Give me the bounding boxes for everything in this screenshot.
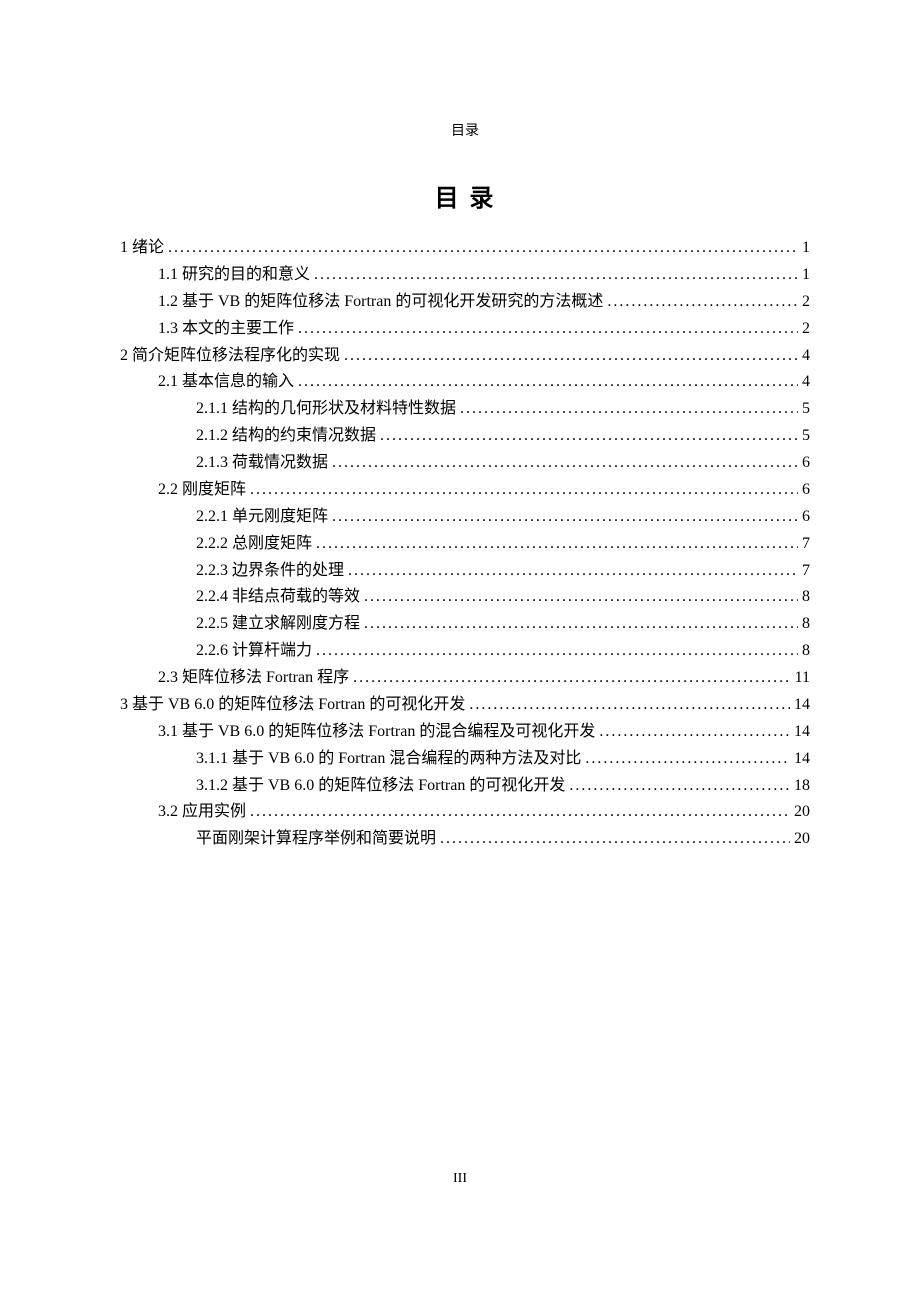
toc-entry-text: 1 绪论 [120,235,164,262]
toc-entry-text: 2.1 基本信息的输入 [158,369,294,396]
toc-entry-page: 1 [798,235,810,262]
toc-entry-text: 2.2.6 计算杆端力 [196,638,312,665]
toc-entry: 3.1.2 基于 VB 6.0 的矩阵位移法 Fortran 的可视化开发 18 [120,773,810,800]
toc-entry: 2 简介矩阵位移法程序化的实现 4 [120,343,810,370]
toc-leader-dots [349,665,790,692]
toc-leader-dots [246,477,798,504]
toc-entry-text: 1.1 研究的目的和意义 [158,262,310,289]
toc-leader-dots [376,423,798,450]
toc-leader-dots [465,692,790,719]
running-header: 目录 [120,120,810,140]
toc-entry-text: 2.2 刚度矩阵 [158,477,246,504]
toc-leader-dots [328,450,798,477]
toc-entry-page: 6 [798,450,810,477]
toc-entry-text: 2.2.3 边界条件的处理 [196,558,344,585]
toc-entry: 2.2.6 计算杆端力 8 [120,638,810,665]
toc-leader-dots [436,826,790,853]
toc-entry: 1.3 本文的主要工作 2 [120,316,810,343]
toc-entry: 2.1 基本信息的输入 4 [120,369,810,396]
toc-entry-page: 5 [798,423,810,450]
toc-entry-page: 11 [791,665,810,692]
table-of-contents: 1 绪论 11.1 研究的目的和意义11.2 基于 VB 的矩阵位移法 Fort… [120,235,810,853]
toc-leader-dots [565,773,790,800]
toc-entry-text: 1.3 本文的主要工作 [158,316,294,343]
toc-entry-text: 1.2 基于 VB 的矩阵位移法 Fortran 的可视化开发研究的方法概述 [158,289,603,316]
toc-entry-text: 2.2.2 总刚度矩阵 [196,531,312,558]
toc-leader-dots [595,719,790,746]
toc-entry-page: 14 [790,719,810,746]
toc-entry-page: 20 [790,799,810,826]
toc-entry-page: 18 [790,773,810,800]
toc-entry-text: 2.3 矩阵位移法 Fortran 程序 [158,665,349,692]
toc-entry-page: 7 [798,531,810,558]
toc-entry-text: 2.1.1 结构的几何形状及材料特性数据 [196,396,456,423]
toc-leader-dots [340,343,798,370]
toc-leader-dots [360,611,798,638]
toc-entry-page: 6 [798,477,810,504]
toc-leader-dots [360,584,798,611]
toc-entry-page: 7 [798,558,810,585]
toc-entry: 3.1.1 基于 VB 6.0 的 Fortran 混合编程的两种方法及对比 1… [120,746,810,773]
toc-entry: 2.3 矩阵位移法 Fortran 程序 11 [120,665,810,692]
toc-entry-page: 2 [798,289,810,316]
toc-entry: 2.2.5 建立求解刚度方程 8 [120,611,810,638]
toc-entry: 2.2.2 总刚度矩阵 7 [120,531,810,558]
document-page: 目录 目 录 1 绪论 11.1 研究的目的和意义11.2 基于 VB 的矩阵位… [0,0,920,853]
toc-entry: 2.1.1 结构的几何形状及材料特性数据 5 [120,396,810,423]
toc-entry-text: 3 基于 VB 6.0 的矩阵位移法 Fortran 的可视化开发 [120,692,465,719]
toc-entry-page: 8 [798,611,810,638]
toc-entry-text: 3.2 应用实例 [158,799,246,826]
toc-leader-dots [164,235,798,262]
toc-entry-page: 14 [790,692,810,719]
toc-entry: 平面刚架计算程序举例和简要说明 20 [120,826,810,853]
toc-entry-text: 2.1.3 荷载情况数据 [196,450,328,477]
toc-entry-page: 4 [798,343,810,370]
toc-leader-dots [344,558,798,585]
toc-entry-page: 8 [798,638,810,665]
toc-entry-text: 3.1.1 基于 VB 6.0 的 Fortran 混合编程的两种方法及对比 [196,746,581,773]
toc-entry-text: 2 简介矩阵位移法程序化的实现 [120,343,340,370]
toc-leader-dots [581,746,790,773]
toc-entry: 2.2.1 单元刚度矩阵 6 [120,504,810,531]
toc-entry: 3.1 基于 VB 6.0 的矩阵位移法 Fortran 的混合编程及可视化开发… [120,719,810,746]
toc-entry-page: 8 [798,584,810,611]
toc-entry-page: 6 [798,504,810,531]
toc-entry-page: 14 [790,746,810,773]
toc-entry-text: 3.1.2 基于 VB 6.0 的矩阵位移法 Fortran 的可视化开发 [196,773,565,800]
toc-entry: 2.1.2 结构的约束情况数据 5 [120,423,810,450]
toc-entry-page: 20 [790,826,810,853]
toc-leader-dots [328,504,798,531]
toc-entry-text: 3.1 基于 VB 6.0 的矩阵位移法 Fortran 的混合编程及可视化开发 [158,719,595,746]
toc-leader-dots [312,638,798,665]
toc-entry-text: 2.2.5 建立求解刚度方程 [196,611,360,638]
toc-entry-text: 2.2.1 单元刚度矩阵 [196,504,328,531]
toc-entry: 3 基于 VB 6.0 的矩阵位移法 Fortran 的可视化开发 14 [120,692,810,719]
toc-entry: 2.1.3 荷载情况数据 6 [120,450,810,477]
toc-entry: 2.2 刚度矩阵 6 [120,477,810,504]
toc-entry: 1.1 研究的目的和意义 1 [120,262,810,289]
toc-entry: 2.2.4 非结点荷载的等效 8 [120,584,810,611]
toc-entry-page: 2 [798,316,810,343]
toc-leader-dots [312,531,798,558]
toc-entry-text: 2.2.4 非结点荷载的等效 [196,584,360,611]
toc-leader-dots [310,262,798,289]
toc-entry-page: 4 [798,369,810,396]
toc-leader-dots [246,799,790,826]
page-number: III [0,1171,920,1187]
toc-leader-dots [456,396,798,423]
toc-leader-dots [603,289,798,316]
toc-entry: 2.2.3 边界条件的处理 7 [120,558,810,585]
toc-entry-text: 2.1.2 结构的约束情况数据 [196,423,376,450]
toc-title: 目 录 [120,178,810,213]
toc-entry: 3.2 应用实例 20 [120,799,810,826]
toc-entry-text: 平面刚架计算程序举例和简要说明 [196,826,436,853]
toc-leader-dots [294,369,798,396]
toc-leader-dots [294,316,798,343]
toc-entry-page: 5 [798,396,810,423]
toc-entry: 1 绪论 1 [120,235,810,262]
toc-entry-page: 1 [798,262,810,289]
toc-entry: 1.2 基于 VB 的矩阵位移法 Fortran 的可视化开发研究的方法概述 2 [120,289,810,316]
